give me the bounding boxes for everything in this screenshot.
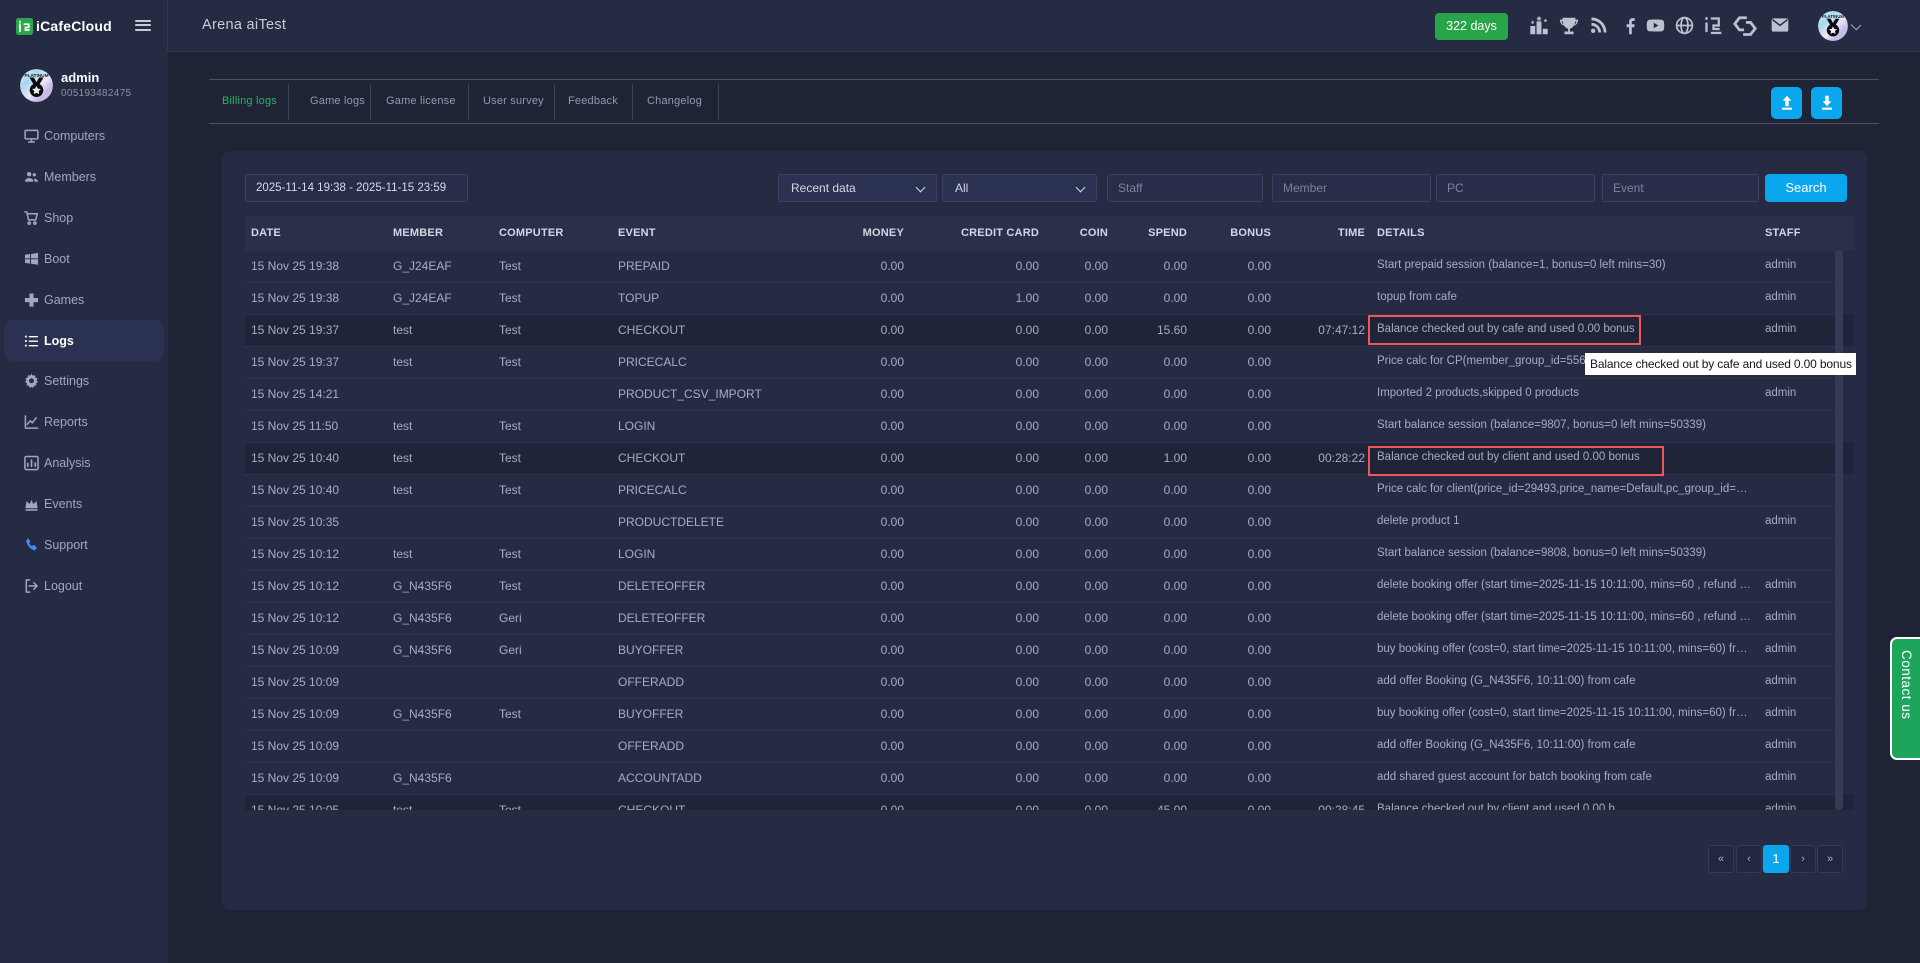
svg-text:PLATINUM: PLATINUM [1822, 14, 1844, 19]
svg-text:PLATINUM: PLATINUM [24, 73, 48, 79]
